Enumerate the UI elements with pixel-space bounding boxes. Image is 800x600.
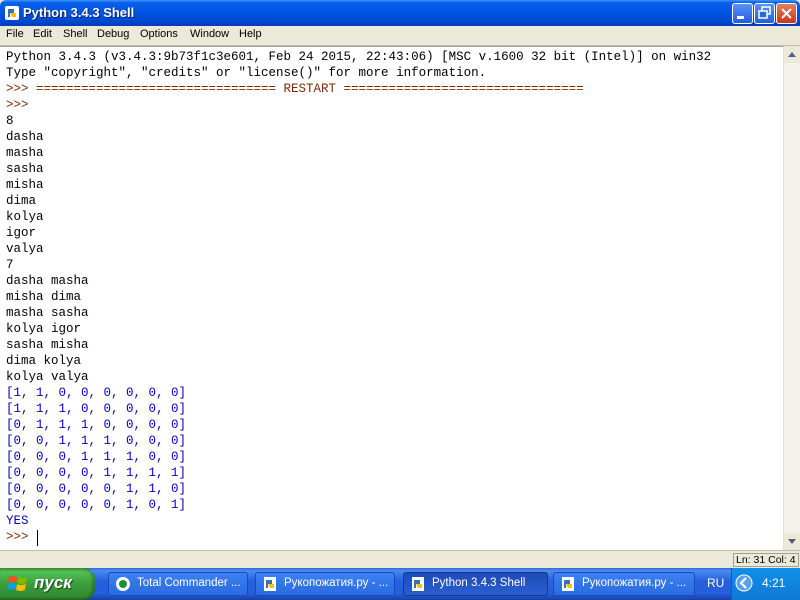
window-title: Python 3.4.3 Shell <box>23 5 135 20</box>
shell-line: Python 3.4.3 (v3.4.3:9b73f1c3e601, Feb 2… <box>6 50 712 64</box>
language-indicator[interactable]: RU <box>707 576 724 590</box>
close-icon <box>781 8 792 19</box>
taskbar-item-total-commander[interactable]: Total Commander ... <box>108 572 248 596</box>
shell-line: igor <box>6 226 37 240</box>
taskbar-item-browser-2[interactable]: Рукопожатия.ру - ... <box>553 572 695 596</box>
shell-line: masha sasha <box>6 306 89 320</box>
menu-options[interactable]: Options <box>140 28 178 40</box>
shell-line: dasha masha <box>6 274 89 288</box>
shell-line: [0, 0, 0, 0, 0, 1, 0, 1] <box>6 498 187 512</box>
shell-line: [0, 0, 1, 1, 1, 0, 0, 0] <box>6 434 187 448</box>
shell-line: [0, 1, 1, 1, 0, 0, 0, 0] <box>6 418 187 432</box>
shell-line: dima kolya <box>6 354 82 368</box>
taskbar-item-python-shell[interactable]: Python 3.4.3 Shell <box>403 572 548 596</box>
shell-output-area[interactable]: Python 3.4.3 (v3.4.3:9b73f1c3e601, Feb 2… <box>0 46 783 551</box>
shell-line: kolya <box>6 210 44 224</box>
menu-bar: File Edit Shell Debug Options Window Hel… <box>0 26 800 46</box>
shell-line: YES <box>6 514 29 528</box>
shell-line: sasha <box>6 162 44 176</box>
menu-window[interactable]: Window <box>190 28 229 40</box>
maximize-button[interactable] <box>754 3 775 24</box>
shell-line: [0, 0, 0, 0, 1, 1, 1, 1] <box>6 466 187 480</box>
text-caret <box>37 530 38 546</box>
shell-line: valya <box>6 242 44 256</box>
shell-line: sasha misha <box>6 338 89 352</box>
shell-line: masha <box>6 146 44 160</box>
menu-file[interactable]: File <box>6 28 24 40</box>
shell-line: kolya valya <box>6 370 89 384</box>
vertical-scrollbar[interactable] <box>783 46 800 550</box>
arrow-up-icon <box>788 52 796 57</box>
task-label: Рукопожатия.ру - ... <box>582 577 687 589</box>
python-file-icon <box>562 577 574 591</box>
taskbar-item-browser-1[interactable]: Рукопожатия.ру - ... <box>255 572 395 596</box>
close-button[interactable] <box>776 3 797 24</box>
python-idle-icon <box>412 577 424 591</box>
shell-line: [1, 1, 1, 0, 0, 0, 0, 0] <box>6 402 187 416</box>
shell-line: >>> ================================ RES… <box>6 82 584 96</box>
shell-line: >>> <box>6 98 37 112</box>
scroll-up-button[interactable] <box>784 46 800 63</box>
restore-icon <box>758 6 771 19</box>
python-file-icon <box>264 577 276 591</box>
shell-line: misha <box>6 178 44 192</box>
shell-line: Type "copyright", "credits" or "license(… <box>6 66 487 80</box>
minimize-icon <box>737 16 744 19</box>
line-col-indicator: Ln: 31 Col: 4 <box>733 553 799 567</box>
shell-line: [0, 0, 0, 0, 0, 1, 1, 0] <box>6 482 187 496</box>
network-tray-icon[interactable] <box>735 574 753 592</box>
minimize-button[interactable] <box>732 3 753 24</box>
status-bar <box>0 550 800 568</box>
shell-line: dima <box>6 194 37 208</box>
shell-line: [0, 0, 0, 1, 1, 1, 0, 0] <box>6 450 187 464</box>
python-idle-icon <box>5 6 19 20</box>
task-label: Python 3.4.3 Shell <box>432 577 526 589</box>
shell-line: 7 <box>6 258 14 272</box>
shell-line: misha dima <box>6 290 82 304</box>
menu-help[interactable]: Help <box>239 28 262 40</box>
taskbar: пуск Total Commander ... Рукопожатия.ру … <box>0 568 800 600</box>
menu-edit[interactable]: Edit <box>33 28 52 40</box>
shell-line: dasha <box>6 130 44 144</box>
menu-debug[interactable]: Debug <box>97 28 129 40</box>
windows-logo-icon <box>8 576 27 591</box>
shell-line: [1, 1, 0, 0, 0, 0, 0, 0] <box>6 386 187 400</box>
scroll-down-button[interactable] <box>784 533 800 550</box>
shell-line: >>> <box>6 530 37 544</box>
menu-shell[interactable]: Shell <box>63 28 87 40</box>
start-button[interactable]: пуск <box>0 568 95 600</box>
arrow-down-icon <box>788 539 796 544</box>
clock: 4:21 <box>762 576 786 590</box>
task-label: Total Commander ... <box>137 577 241 589</box>
title-bar[interactable]: Python 3.4.3 Shell <box>0 0 800 26</box>
total-commander-icon <box>116 577 130 591</box>
start-label: пуск <box>34 573 72 592</box>
shell-line: kolya igor <box>6 322 82 336</box>
shell-line: 8 <box>6 114 14 128</box>
task-label: Рукопожатия.ру - ... <box>284 577 389 589</box>
